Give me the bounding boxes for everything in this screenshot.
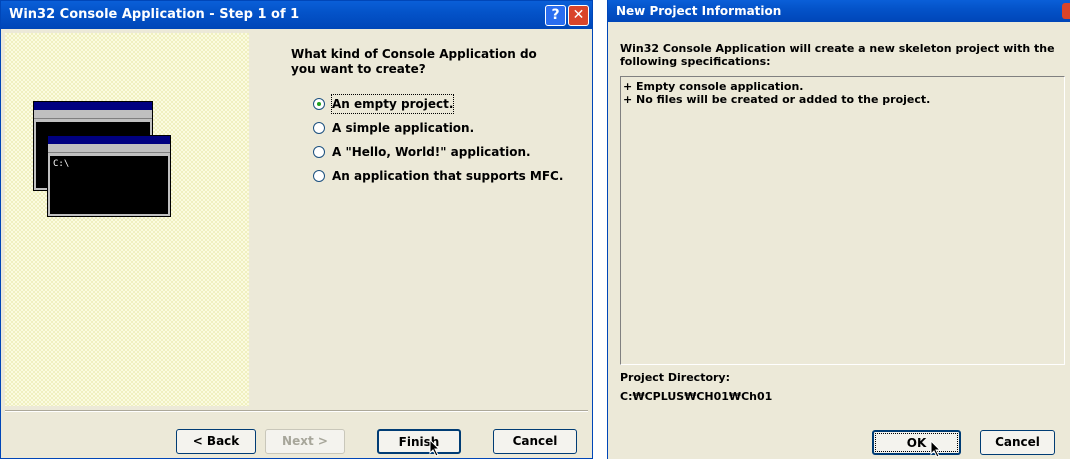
- wizard-title: Win32 Console Application - Step 1 of 1: [9, 7, 300, 22]
- wizard-titlebar[interactable]: Win32 Console Application - Step 1 of 1 …: [1, 1, 592, 29]
- directory-value: C:₩CPLUS₩CH01₩Ch01: [620, 390, 773, 403]
- info-titlebar[interactable]: New Project Information: [608, 0, 1070, 22]
- wizard-illustration-panel: C:\: [5, 33, 249, 406]
- close-icon[interactable]: ✕: [568, 5, 589, 26]
- spec-list-box[interactable]: + Empty console application. + No files …: [620, 76, 1065, 365]
- console-window-front-icon: C:\: [47, 135, 171, 217]
- cancel-button[interactable]: Cancel: [980, 430, 1055, 455]
- wizard-dialog: Win32 Console Application - Step 1 of 1 …: [0, 0, 593, 459]
- mouse-cursor-icon: [930, 440, 942, 458]
- wizard-separator: [5, 410, 588, 412]
- directory-label: Project Directory:: [620, 371, 730, 384]
- radio-icon[interactable]: [313, 146, 325, 158]
- spec-line: + Empty console application.: [623, 80, 804, 93]
- console-prompt: C:\: [53, 159, 70, 169]
- finish-button[interactable]: Finish: [377, 429, 461, 454]
- cancel-button[interactable]: Cancel: [493, 429, 577, 454]
- close-icon[interactable]: [1062, 3, 1070, 19]
- info-description: Win32 Console Application will create a …: [620, 42, 1055, 68]
- radio-selected-icon[interactable]: [313, 98, 325, 110]
- option-label: A simple application.: [332, 121, 475, 135]
- option-label: An empty project.: [330, 94, 455, 114]
- radio-icon[interactable]: [313, 122, 325, 134]
- help-icon[interactable]: ?: [545, 5, 566, 26]
- ok-button[interactable]: OK: [872, 430, 961, 455]
- radio-icon[interactable]: [313, 170, 325, 182]
- option-label: An application that supports MFC.: [332, 169, 564, 183]
- mouse-cursor-icon: [429, 439, 441, 457]
- option-label: A "Hello, World!" application.: [332, 145, 531, 159]
- spec-line: + No files will be created or added to t…: [623, 93, 931, 106]
- back-button[interactable]: < Back: [176, 429, 256, 454]
- next-button[interactable]: Next >: [265, 429, 345, 454]
- project-info-dialog: New Project Information Win32 Console Ap…: [607, 0, 1070, 459]
- wizard-question: What kind of Console Application do you …: [291, 47, 537, 76]
- info-title: New Project Information: [616, 4, 782, 18]
